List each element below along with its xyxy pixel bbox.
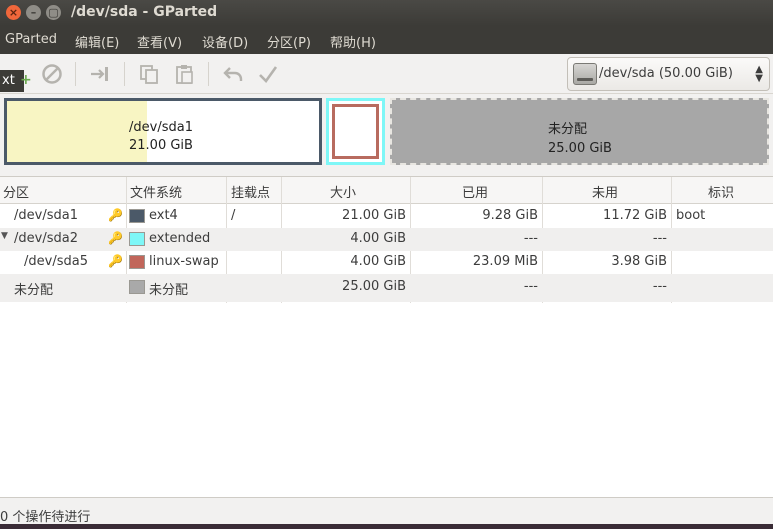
key-icon: 🔑 [108,208,123,222]
maximize-window-button[interactable]: ▢ [46,5,61,20]
filesystem-color-swatch [129,232,145,246]
cell-unused: --- [652,231,667,246]
cell-flags: boot [676,208,706,223]
delete-partition-icon[interactable] [40,62,64,86]
table-row[interactable]: /dev/sda1 🔑 ext4 / 21.00 GiB 9.28 GiB 11… [0,205,773,228]
diskmap-partition-swap[interactable] [332,104,379,159]
paste-icon[interactable] [172,62,196,86]
window-title: /dev/sda - GParted [71,4,218,20]
used-space-fill [7,101,147,162]
table-row[interactable]: /dev/sda5 🔑 linux-swap 4.00 GiB 23.09 Mi… [0,251,773,274]
title-bar: × – ▢ /dev/sda - GParted [0,0,773,26]
copy-icon[interactable] [137,62,161,86]
header-flags[interactable]: 标识 [708,182,734,201]
device-selector-label: /dev/sda (50.00 GiB) [599,66,733,81]
cell-partition: 未分配 [14,283,54,298]
header-used[interactable]: 已用 [462,182,488,201]
cell-mountpoint: / [231,208,236,223]
filesystem-color-swatch [129,255,145,269]
undo-icon[interactable] [221,62,245,86]
toolbar: /dev/sda (50.00 GiB) ▲ ▼ [0,54,773,94]
device-selector[interactable]: /dev/sda (50.00 GiB) ▲ ▼ [567,57,770,91]
resize-move-icon[interactable] [88,62,112,86]
cell-filesystem: extended [149,231,211,246]
header-unused[interactable]: 未用 [592,182,618,201]
cell-unused: 11.72 GiB [603,208,667,223]
diskmap-sda1-name: /dev/sda1 [129,120,193,135]
cell-partition: /dev/sda2 [14,231,78,246]
cell-used: 23.09 MiB [472,254,538,269]
diskmap-unallocated[interactable]: 未分配 25.00 GiB [390,98,769,165]
cell-filesystem: linux-swap [149,254,219,269]
cell-unused: 3.98 GiB [611,254,667,269]
diskmap-unallocated-name: 未分配 [548,122,588,137]
hard-disk-icon [573,63,597,85]
table-row[interactable]: 未分配 未分配 25.00 GiB --- --- [0,274,773,302]
cell-filesystem: 未分配 [149,283,189,298]
cell-partition: /dev/sda1 [14,208,78,223]
diskmap-sda1-size: 21.00 GiB [129,138,193,153]
diskmap-partition-sda1[interactable]: /dev/sda1 21.00 GiB [4,98,322,165]
cell-used: --- [523,279,538,294]
menu-gparted[interactable]: GParted [5,32,57,47]
menu-bar: GParted 编辑(E) 查看(V) 设备(D) 分区(P) 帮助(H) [0,26,773,54]
cell-size: 21.00 GiB [342,208,406,223]
header-size[interactable]: 大小 [330,182,356,201]
partition-table: 分区 文件系统 挂载点 大小 已用 未用 标识 /dev/sda1 🔑 ext4… [0,176,773,497]
new-partition-icon[interactable]: + [20,72,32,88]
chevron-updown-icon: ▲ ▼ [755,64,763,84]
menu-help[interactable]: 帮助(H) [330,32,376,51]
header-mountpoint[interactable]: 挂载点 [231,182,270,201]
cell-filesystem: ext4 [149,208,178,223]
cell-size: 25.00 GiB [342,279,406,294]
disk-map: /dev/sda1 21.00 GiB 未分配 25.00 GiB [0,94,773,170]
filesystem-color-swatch [129,209,145,223]
cell-unused: --- [652,279,667,294]
menu-edit[interactable]: 编辑(E) [75,32,119,51]
pending-operations-status: 0 个操作待进行 [0,510,91,525]
minimize-window-button[interactable]: – [26,5,41,20]
close-window-button[interactable]: × [6,5,21,20]
cell-partition: /dev/sda5 [24,254,88,269]
table-row[interactable]: ▼ /dev/sda2 🔑 extended 4.00 GiB --- --- [0,228,773,251]
diskmap-partition-extended[interactable] [326,98,385,165]
header-filesystem[interactable]: 文件系统 [130,182,182,201]
table-header: 分区 文件系统 挂载点 大小 已用 未用 标识 [0,177,773,204]
menu-partition[interactable]: 分区(P) [267,32,311,51]
diskmap-unallocated-size: 25.00 GiB [548,141,612,156]
desktop-strip [0,524,773,529]
apply-icon[interactable] [256,62,280,86]
expander-triangle-icon[interactable]: ▼ [1,231,8,241]
filesystem-color-swatch [129,280,145,294]
menu-view[interactable]: 查看(V) [137,32,182,51]
cell-size: 4.00 GiB [350,231,406,246]
key-icon: 🔑 [108,231,123,245]
menu-device[interactable]: 设备(D) [202,32,248,51]
key-icon: 🔑 [108,254,123,268]
cell-size: 4.00 GiB [350,254,406,269]
cell-used: --- [523,231,538,246]
cell-used: 9.28 GiB [482,208,538,223]
header-partition[interactable]: 分区 [3,182,29,201]
